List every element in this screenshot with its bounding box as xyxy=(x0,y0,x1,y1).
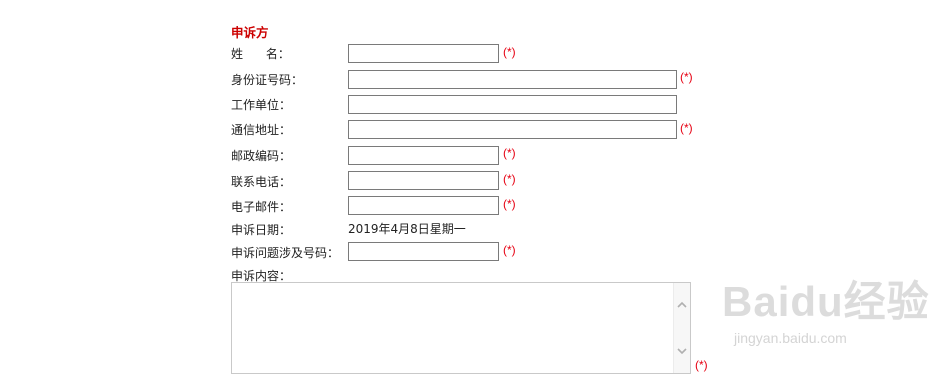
section-title: 申诉方 xyxy=(231,25,269,40)
scroll-down-icon[interactable] xyxy=(676,345,688,357)
textarea-scrollbar[interactable] xyxy=(673,283,690,373)
name-label: 姓 名： xyxy=(231,47,290,61)
date-value: 2019年4月8日星期一 xyxy=(348,222,466,236)
issue-number-label: 申诉问题涉及号码： xyxy=(231,246,340,260)
postcode-required-mark: (*) xyxy=(503,146,516,160)
name-required-mark: (*) xyxy=(503,45,516,59)
issue-number-required-mark: (*) xyxy=(503,243,516,257)
postcode-label: 邮政编码： xyxy=(231,149,292,163)
name-input[interactable] xyxy=(348,44,499,63)
address-label: 通信地址： xyxy=(231,123,292,137)
id-number-input[interactable] xyxy=(348,70,677,89)
issue-number-input[interactable] xyxy=(348,242,499,261)
email-label: 电子邮件： xyxy=(231,200,292,214)
id-number-label: 身份证号码： xyxy=(231,73,304,87)
phone-input[interactable] xyxy=(348,171,499,190)
date-label: 申诉日期： xyxy=(231,223,292,237)
workplace-input[interactable] xyxy=(348,95,677,114)
workplace-label: 工作单位： xyxy=(231,98,292,112)
baidu-watermark: Baidu经验 jingyan.baidu.com xyxy=(722,268,942,358)
email-input[interactable] xyxy=(348,196,499,215)
postcode-input[interactable] xyxy=(348,146,499,165)
scroll-up-icon[interactable] xyxy=(676,299,688,311)
content-textarea[interactable] xyxy=(231,282,691,374)
phone-label: 联系电话： xyxy=(231,175,292,189)
phone-required-mark: (*) xyxy=(503,172,516,186)
id-number-required-mark: (*) xyxy=(680,70,693,84)
watermark-brand: Baidu经验 xyxy=(722,278,930,325)
email-required-mark: (*) xyxy=(503,197,516,211)
content-required-mark: (*) xyxy=(695,358,708,372)
watermark-url: jingyan.baidu.com xyxy=(734,330,847,346)
address-required-mark: (*) xyxy=(680,121,693,135)
address-input[interactable] xyxy=(348,120,677,139)
